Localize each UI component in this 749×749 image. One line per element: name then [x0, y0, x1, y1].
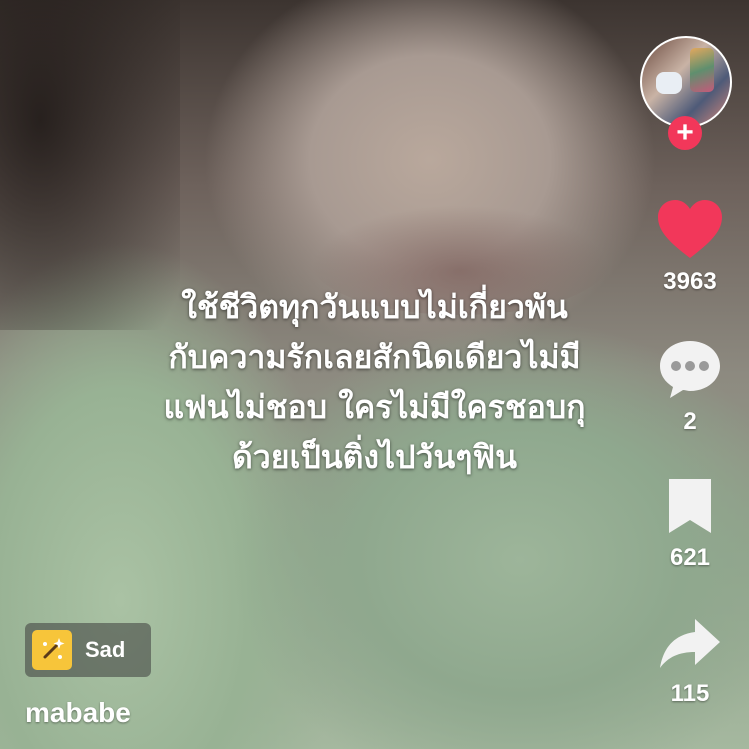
caption-line: กับความรักเลยสักนิดเดียวไม่มี: [168, 338, 581, 376]
caption-line: ใช้ชีวิตทุกวันแบบไม่เกี่ยวพัน: [181, 288, 568, 326]
video-player[interactable]: ใช้ชีวิตทุกวันแบบไม่เกี่ยวพัน กับความรัก…: [0, 0, 749, 749]
bookmark-icon: [669, 479, 711, 533]
favorite-count: 621: [669, 544, 711, 571]
favorite-button[interactable]: 621: [650, 476, 730, 572]
share-button[interactable]: 115: [650, 616, 730, 708]
follow-button[interactable]: +: [668, 116, 702, 150]
caption-line: ด้วยเป็นติ่งไปวันๆฟิน: [232, 438, 517, 476]
like-count: 3963: [663, 268, 717, 295]
avatar[interactable]: [640, 36, 732, 128]
effect-label: Sad: [85, 637, 126, 662]
comment-count: 2: [683, 408, 697, 435]
author-avatar-group: +: [640, 36, 736, 150]
share-arrow-icon: [660, 619, 720, 668]
author-username[interactable]: mababe: [25, 697, 131, 729]
comment-button[interactable]: 2: [650, 338, 730, 436]
video-caption-overlay: ใช้ชีวิตทุกวันแบบไม่เกี่ยวพัน กับความรัก…: [0, 282, 749, 482]
share-count: 115: [670, 680, 710, 707]
comment-bubble-icon: [660, 341, 720, 398]
heart-icon: [658, 200, 722, 258]
caption-line: แฟนไม่ชอบ ใครไม่มีใครชอบกุ: [163, 388, 586, 426]
effect-sticker[interactable]: Sad: [25, 623, 151, 677]
avatar-photo-detail: [690, 48, 714, 92]
like-button[interactable]: 3963: [650, 198, 730, 296]
sparkle-icon: [32, 630, 72, 670]
avatar-photo-detail: [656, 72, 682, 94]
video-background: [0, 0, 180, 330]
